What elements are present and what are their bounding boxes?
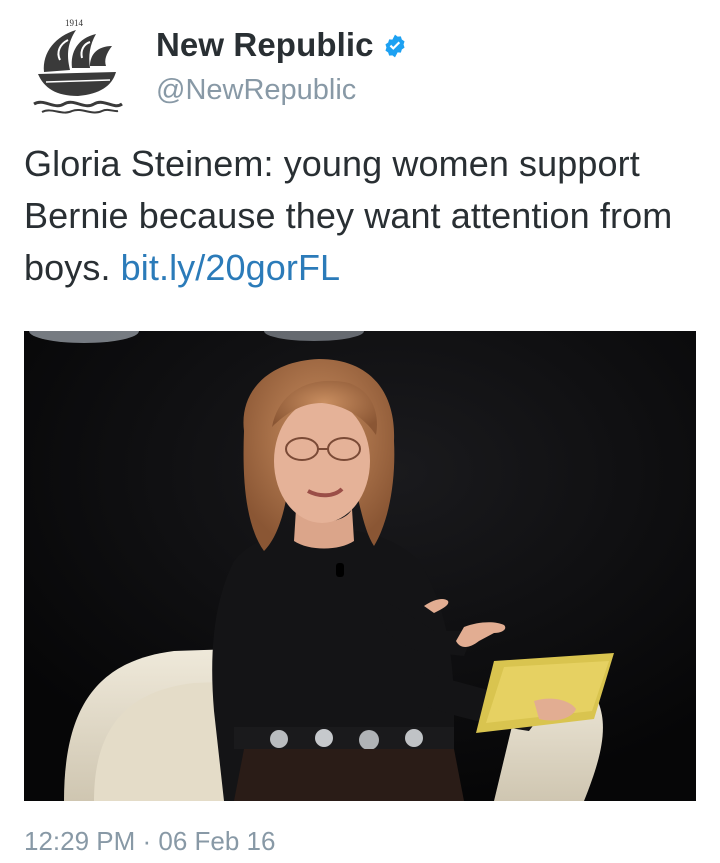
ship-logo-icon: 1914: [30, 18, 123, 114]
tweet-link[interactable]: bit.ly/20gorFL: [121, 247, 341, 288]
avatar-year: 1914: [65, 18, 84, 28]
tweet-timestamp[interactable]: 12:29 PM · 06 Feb 16: [24, 826, 275, 857]
tweet-card: 1914 New Republic @NewRepublic Gloria St…: [0, 0, 720, 863]
account-handle[interactable]: @NewRepublic: [156, 74, 408, 107]
avatar[interactable]: 1914: [24, 12, 128, 116]
photo-image: [24, 331, 696, 801]
tweet-photo[interactable]: [24, 331, 696, 801]
verified-badge-icon: [385, 34, 405, 58]
account-names: New Republic @NewRepublic: [156, 26, 408, 107]
tweet-header: 1914 New Republic @NewRepublic: [24, 12, 408, 114]
tweet-text: Gloria Steinem: young women support Bern…: [24, 138, 704, 294]
display-name[interactable]: New Republic: [156, 26, 374, 64]
name-row[interactable]: New Republic: [156, 26, 408, 64]
